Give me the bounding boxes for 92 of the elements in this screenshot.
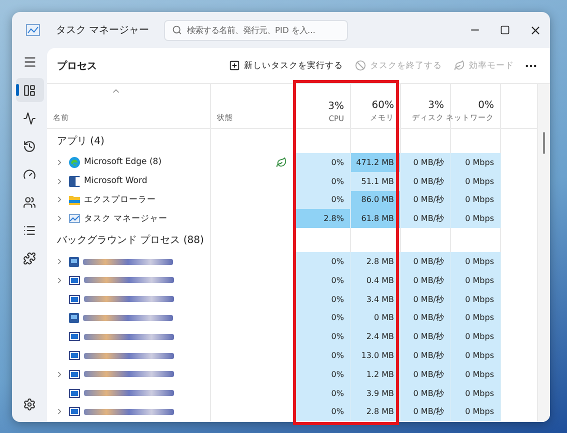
network-cell: 0 Mbps [451,209,501,228]
expand-chevron-icon[interactable] [55,407,64,416]
processes-nav-button[interactable] [16,78,44,102]
run-task-button[interactable]: 新しいタスクを実行する [223,54,349,78]
run-icon [229,60,240,71]
disk-cell: 0 MB/秒 [401,153,451,172]
chart-window-icon [26,24,40,36]
disk-cell: 0 MB/秒 [401,364,451,384]
disk-cell: 0 MB/秒 [401,172,451,191]
network-cell: 0 Mbps [451,402,501,422]
cpu-cell: 0% [294,190,351,210]
network-cell: 0 Mbps [451,364,501,384]
cpu-cell: 2.8% [294,209,351,228]
process-name: Microsoft Word [84,176,148,186]
window-icon [69,276,80,285]
network-cell: 0 Mbps [451,384,501,403]
disk-cell: 0 MB/秒 [401,290,451,309]
word-logo-icon [69,176,80,187]
disk-cell: 0 MB/秒 [401,308,451,328]
column-total: 3% [428,100,444,111]
memory-cell: 61.8 MB [351,209,401,228]
memory-cell: 13.0 MB [351,346,401,365]
disk-cell: 0 MB/秒 [401,346,451,365]
search-icon [172,25,182,35]
disk-cell: 0 MB/秒 [401,327,451,346]
details-icon [23,224,36,236]
cpu-cell: 0% [294,402,351,422]
cpu-cell: 0% [294,252,351,271]
network-cell: 0 Mbps [451,153,501,172]
network-cell: 0 Mbps [451,252,501,271]
group-heading: バックグラウンド プロセス (88) [57,234,204,248]
disk-cell: 0 MB/秒 [401,384,451,403]
cpu-cell: 0% [294,327,351,346]
network-cell: 0 Mbps [451,190,501,210]
cpu-cell: 0% [294,290,351,309]
page-title: プロセス [57,59,98,72]
window-icon [69,370,80,379]
window-icon [69,407,80,416]
disk-cell: 0 MB/秒 [401,209,451,228]
eco-icon [454,60,465,71]
process-name: タスク マネージャー [84,212,168,225]
settings-icon [23,398,36,410]
cpu-cell: 0% [294,308,351,328]
network-cell: 0 Mbps [451,270,501,290]
network-cell: 0 Mbps [451,346,501,365]
edge-logo-icon [69,156,80,168]
memory-cell: 471.2 MB [351,153,401,172]
memory-cell: 2.8 MB [351,252,401,271]
disk-cell: 0 MB/秒 [401,252,451,271]
group-heading: アプリ (4) [57,134,104,148]
processes-icon [23,84,36,96]
cpu-cell: 0% [294,346,351,365]
disk-cell: 0 MB/秒 [401,270,451,290]
process-name: エクスプローラー [84,194,156,206]
cpu-cell: 0% [294,153,351,172]
menu-icon [22,55,36,69]
network-cell: 0 Mbps [451,290,501,309]
network-cell: 0 Mbps [451,327,501,346]
process-name: Microsoft Edge (8) [84,157,162,168]
network-cell: 0 Mbps [451,308,501,328]
cpu-cell: 0% [294,384,351,403]
cpu-cell: 0% [294,172,351,191]
window-title: タスク マネージャー [56,24,150,37]
column-total: 60% [372,100,394,111]
window-icon [69,388,80,398]
maximize-icon [500,25,510,35]
users-icon [23,196,36,208]
search-field[interactable]: 検索する名前、発行元、PID を入... [187,25,343,35]
close-icon [528,24,542,36]
app-icon [69,256,79,267]
disk-cell: 0 MB/秒 [401,402,451,422]
history-icon [23,140,36,152]
window-icon [69,351,80,360]
search-box[interactable]: 検索する名前、発行元、PID を入... [164,20,348,40]
performance-icon [23,112,36,124]
expand-chevron-icon[interactable] [55,370,64,379]
folder-icon [69,194,80,205]
cpu-cell: 0% [294,270,351,290]
cpu-cell: 0% [294,364,351,384]
column-total: 3% [328,101,344,112]
end-icon [355,60,366,71]
window-icon [69,294,80,304]
scrollbar[interactable] [538,84,550,422]
column-total: 0% [478,100,494,111]
app-icon [69,312,79,323]
services-icon [23,252,36,264]
memory-cell: 2.4 MB [351,327,401,346]
window-icon [69,332,80,342]
disk-cell: 0 MB/秒 [401,190,451,210]
startup-icon [23,168,36,180]
network-cell: 0 Mbps [451,172,501,191]
chart-window-icon [69,214,80,224]
